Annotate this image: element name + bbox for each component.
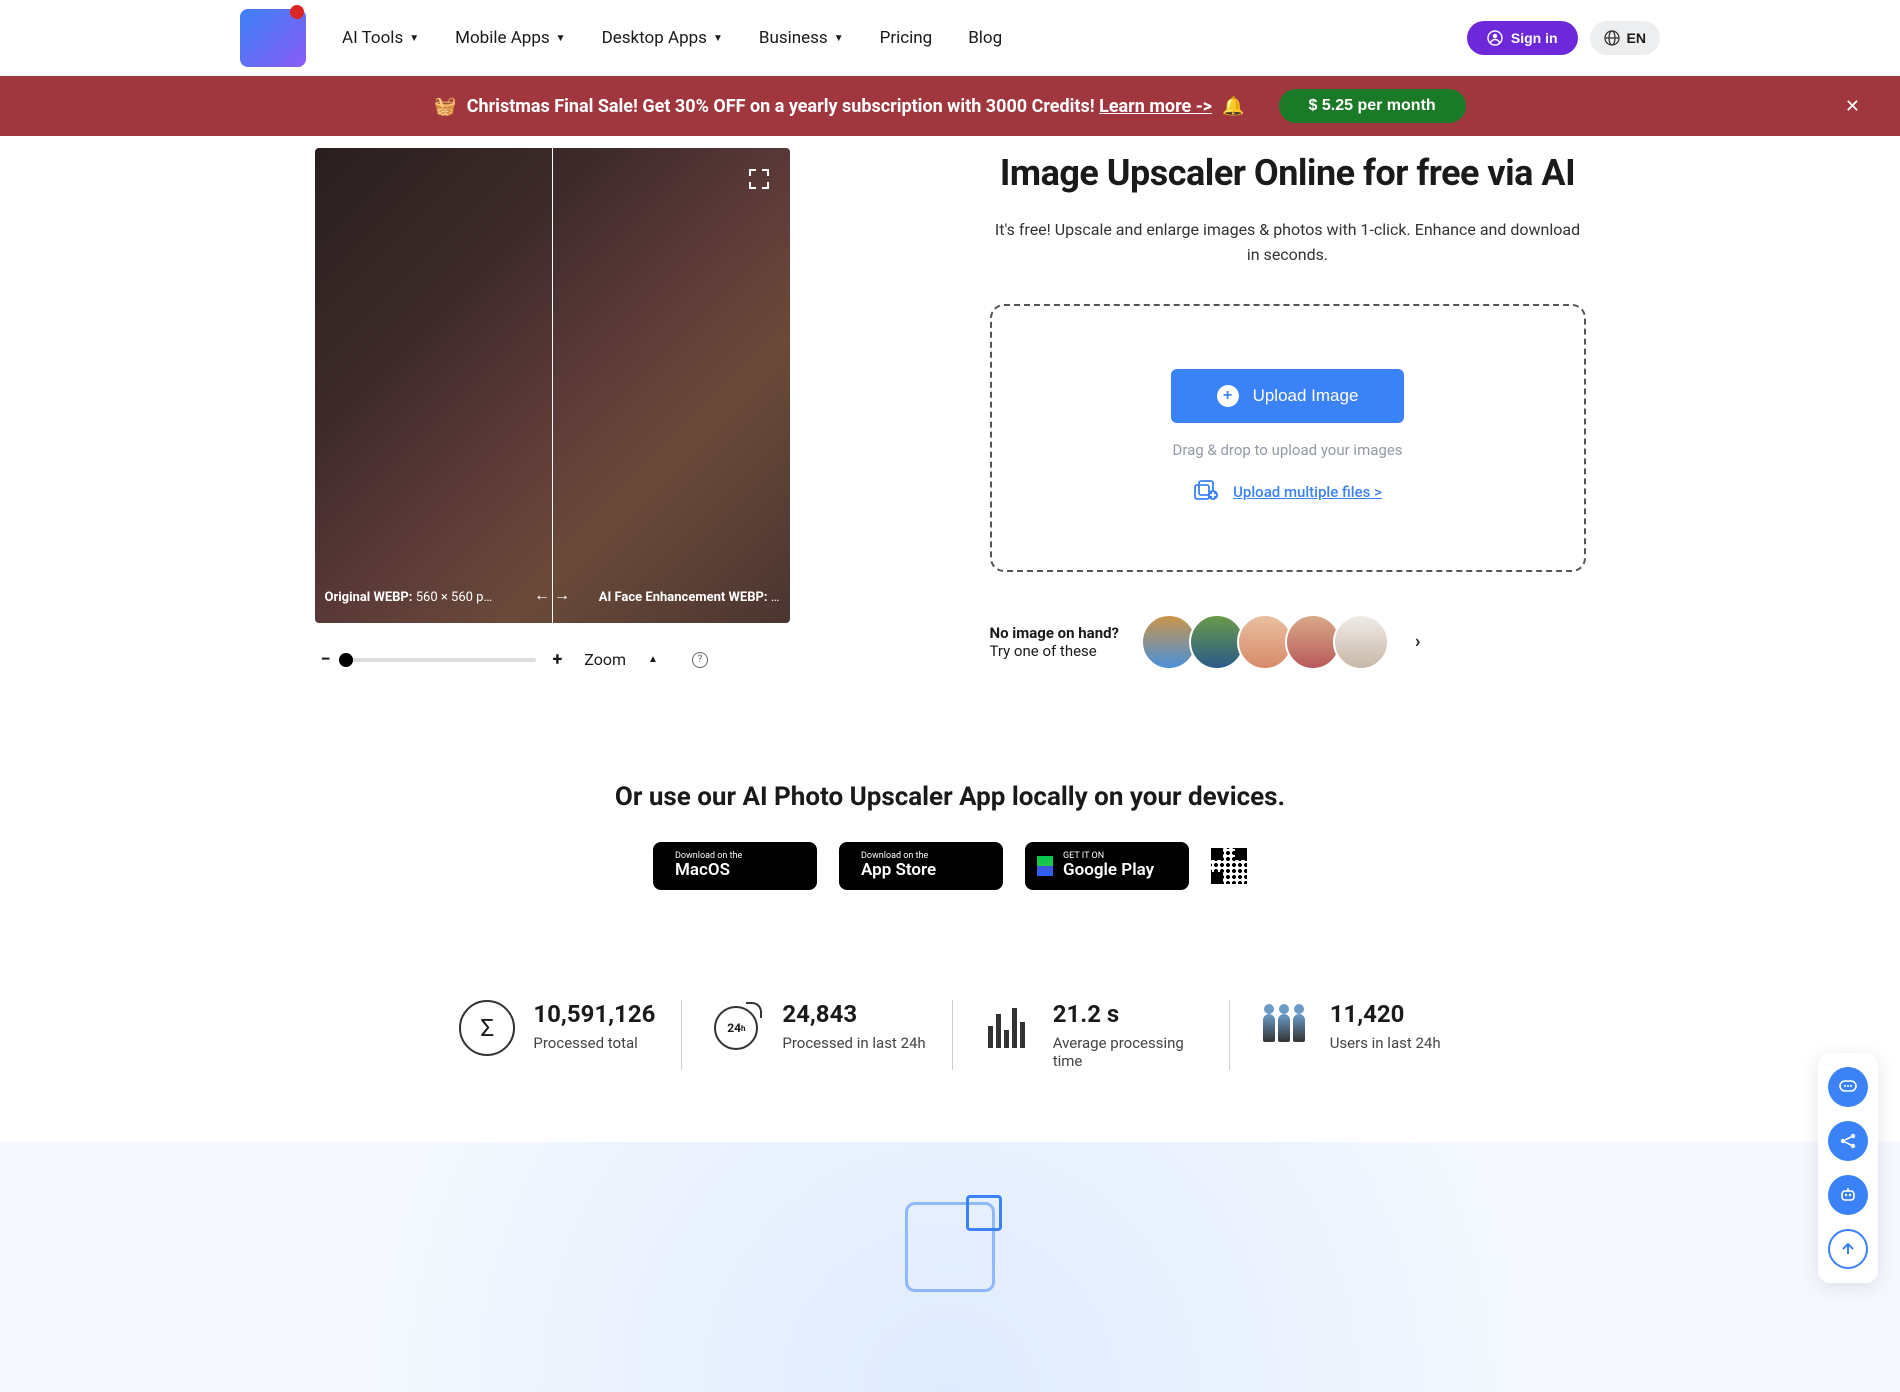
drop-hint: Drag & drop to upload your images bbox=[1172, 441, 1402, 459]
nav-pricing[interactable]: Pricing bbox=[880, 28, 933, 48]
stat-label: Processed in last 24h bbox=[782, 1034, 925, 1052]
page-subtitle: It's free! Upscale and enlarge images & … bbox=[990, 218, 1586, 268]
people-icon bbox=[1263, 1014, 1305, 1042]
samples-line1: No image on hand? bbox=[990, 624, 1120, 642]
stat-label: Users in last 24h bbox=[1330, 1034, 1441, 1052]
layers-icon bbox=[905, 1202, 995, 1292]
compare-label-enhanced: AI Face Enhancement WEBP: … bbox=[599, 590, 780, 605]
banner-price-button[interactable]: $ 5.25 per month bbox=[1279, 89, 1466, 123]
upload-dropzone[interactable]: + Upload Image Drag & drop to upload you… bbox=[990, 304, 1586, 572]
download-googleplay-button[interactable]: GET IT ONGoogle Play bbox=[1025, 842, 1189, 890]
banner-text: Christmas Final Sale! Get 30% OFF on a y… bbox=[467, 96, 1095, 117]
page-title: Image Upscaler Online for free via AI bbox=[990, 152, 1586, 194]
multi-files-icon bbox=[1193, 477, 1219, 507]
download-macos-button[interactable]: Download on theMacOS bbox=[653, 842, 817, 890]
caret-up-icon[interactable]: ▲ bbox=[648, 654, 658, 665]
image-compare-panel: Original WEBP: 560 × 560 p… ← → AI Face … bbox=[315, 148, 790, 670]
nav-desktop-apps[interactable]: Desktop Apps▼ bbox=[602, 28, 723, 48]
zoom-label: Zoom bbox=[584, 650, 626, 669]
bells-icon: 🔔 bbox=[1222, 96, 1244, 117]
compare-image[interactable]: Original WEBP: 560 × 560 p… ← → AI Face … bbox=[315, 148, 790, 623]
plus-circle-icon: + bbox=[1217, 385, 1239, 407]
stat-value: 11,420 bbox=[1330, 1000, 1441, 1028]
qr-code-icon[interactable] bbox=[1211, 848, 1247, 884]
header: AI Tools▼ Mobile Apps▼ Desktop Apps▼ Bus… bbox=[0, 0, 1900, 76]
bot-button[interactable] bbox=[1828, 1175, 1868, 1215]
nav-ai-tools[interactable]: AI Tools▼ bbox=[342, 28, 419, 48]
sign-in-button[interactable]: Sign in bbox=[1467, 21, 1578, 55]
main-nav: AI Tools▼ Mobile Apps▼ Desktop Apps▼ Bus… bbox=[342, 28, 1431, 48]
stat-users-24h: 11,420 Users in last 24h bbox=[1229, 1000, 1467, 1070]
share-button[interactable] bbox=[1828, 1121, 1868, 1161]
apps-row: Download on theMacOS Download on theApp … bbox=[0, 842, 1900, 890]
user-icon bbox=[1487, 30, 1503, 46]
stats-row: Σ 10,591,126 Processed total 24h 24,843 Pr… bbox=[0, 1000, 1900, 1070]
chat-button[interactable] bbox=[1828, 1067, 1868, 1107]
scroll-top-button[interactable] bbox=[1828, 1229, 1868, 1269]
globe-icon bbox=[1604, 30, 1620, 46]
arrow-up-icon bbox=[1839, 1240, 1857, 1258]
logo[interactable] bbox=[240, 9, 306, 67]
google-play-icon bbox=[1037, 856, 1053, 876]
stat-value: 21.2 s bbox=[1053, 1000, 1203, 1028]
sample-thumb[interactable] bbox=[1333, 614, 1389, 670]
floating-actions bbox=[1818, 1053, 1878, 1283]
stat-processed-24h: 24h 24,843 Processed in last 24h bbox=[681, 1000, 951, 1070]
promo-banner: 🧺 Christmas Final Sale! Get 30% OFF on a… bbox=[0, 76, 1900, 136]
samples-line2: Try one of these bbox=[990, 642, 1120, 660]
stat-avg-time: 21.2 s Average processing time bbox=[952, 1000, 1229, 1070]
caret-down-icon: ▼ bbox=[834, 33, 844, 44]
language-button[interactable]: EN bbox=[1590, 21, 1660, 55]
download-appstore-button[interactable]: Download on theApp Store bbox=[839, 842, 1003, 890]
clock-24-icon: 24h bbox=[714, 1006, 758, 1050]
chevron-right-icon[interactable]: › bbox=[1415, 631, 1420, 652]
compare-handle-icon[interactable]: ← → bbox=[534, 585, 570, 605]
stat-label: Processed total bbox=[533, 1034, 655, 1052]
stat-value: 24,843 bbox=[782, 1000, 925, 1028]
upload-image-button[interactable]: + Upload Image bbox=[1171, 369, 1405, 423]
caret-down-icon: ▼ bbox=[713, 33, 723, 44]
nav-business[interactable]: Business▼ bbox=[759, 28, 844, 48]
zoom-slider-handle[interactable] bbox=[339, 653, 353, 667]
help-icon[interactable]: ? bbox=[692, 652, 708, 668]
robot-icon bbox=[1839, 1186, 1857, 1204]
apps-section-title: Or use our AI Photo Upscaler App locally… bbox=[0, 782, 1900, 812]
stat-label: Average processing time bbox=[1053, 1034, 1203, 1070]
zoom-in-icon[interactable]: + bbox=[552, 649, 562, 670]
caret-down-icon: ▼ bbox=[409, 33, 419, 44]
caret-down-icon: ▼ bbox=[556, 33, 566, 44]
share-icon bbox=[1839, 1132, 1857, 1150]
stat-processed-total: Σ 10,591,126 Processed total bbox=[433, 1000, 681, 1070]
expand-icon[interactable] bbox=[748, 168, 770, 194]
upload-multiple-link[interactable]: Upload multiple files > bbox=[1233, 483, 1382, 501]
compare-label-original: Original WEBP: 560 × 560 p… bbox=[325, 590, 493, 605]
bottom-section bbox=[0, 1142, 1900, 1392]
chat-icon bbox=[1839, 1078, 1857, 1096]
sample-images-row: No image on hand? Try one of these › bbox=[990, 614, 1586, 670]
stat-value: 10,591,126 bbox=[533, 1000, 655, 1028]
banner-learn-more-link[interactable]: Learn more -> bbox=[1099, 96, 1212, 117]
nav-mobile-apps[interactable]: Mobile Apps▼ bbox=[455, 28, 565, 48]
zoom-out-icon[interactable]: − bbox=[321, 649, 331, 670]
zoom-bar: − + Zoom ▲ ? bbox=[315, 649, 790, 670]
sigma-icon: Σ bbox=[459, 1000, 515, 1056]
close-icon[interactable]: ✕ bbox=[1845, 96, 1860, 117]
hero: Original WEBP: 560 × 560 p… ← → AI Face … bbox=[0, 136, 1900, 670]
nav-blog[interactable]: Blog bbox=[968, 28, 1002, 48]
zoom-slider[interactable] bbox=[346, 658, 536, 662]
basket-icon: 🧺 bbox=[434, 96, 456, 117]
bar-chart-icon bbox=[988, 1008, 1025, 1048]
